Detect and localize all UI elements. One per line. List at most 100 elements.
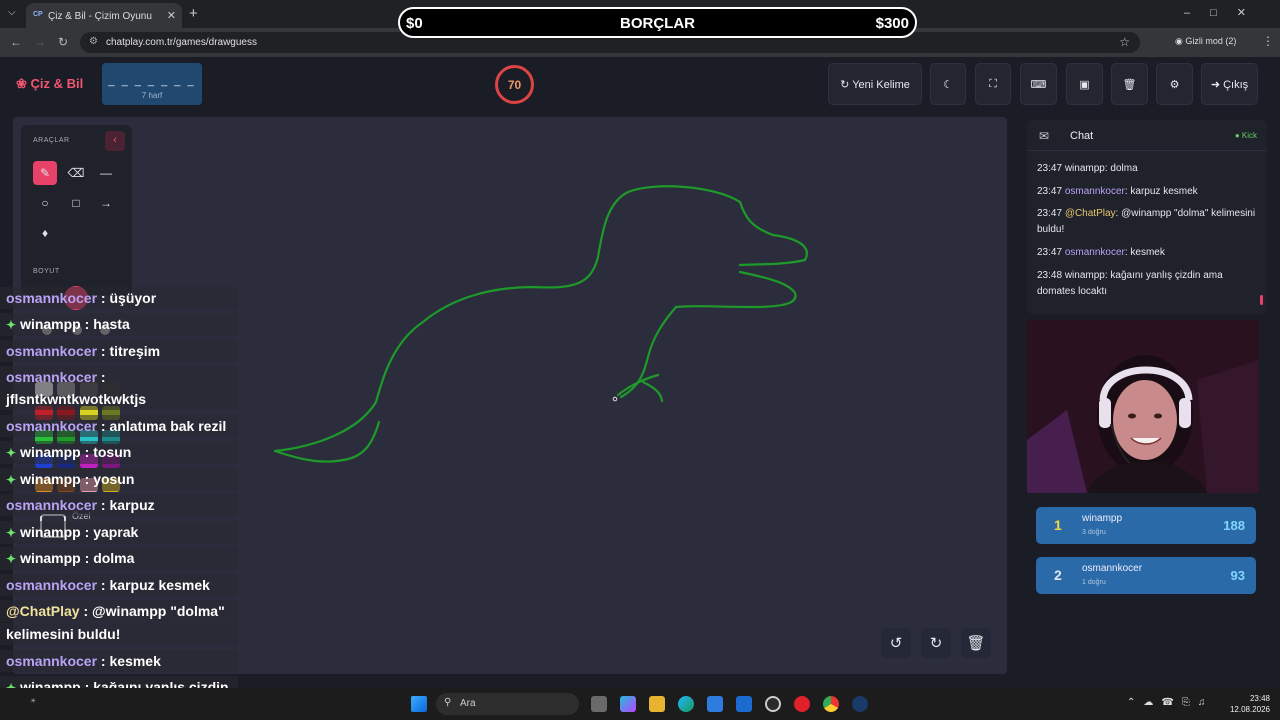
- undo-button[interactable]: ↺: [881, 628, 911, 658]
- chat-text: dolma: [1110, 163, 1138, 174]
- clear-button[interactable]: 🗑: [1111, 63, 1148, 105]
- new-tab-button[interactable]: +: [189, 5, 198, 22]
- leader-correct-count: 3 doğru: [1082, 529, 1106, 536]
- overlay-chat-line: osmannkocer : karpuz kesmek: [0, 574, 238, 596]
- settings-button[interactable]: ⚙: [1156, 63, 1193, 105]
- start-button[interactable]: [411, 696, 427, 712]
- browser-tab[interactable]: CP Çiz & Bil - Çizim Oyunu ✕: [26, 3, 182, 28]
- tab-search-icon[interactable]: ⌵: [8, 7, 16, 18]
- overlay-chat-user: winampp: [20, 316, 81, 332]
- overlay-chat-line: kelimesini buldu!: [0, 623, 238, 645]
- reload-icon[interactable]: ↻: [58, 35, 68, 49]
- edge-icon[interactable]: [678, 696, 694, 712]
- leader-rank: 1: [1054, 517, 1062, 533]
- line-tool[interactable]: —: [94, 161, 118, 185]
- rectangle-tool[interactable]: □: [64, 191, 88, 215]
- leader-score: 188: [1223, 518, 1245, 533]
- incognito-icon: ◉: [1175, 36, 1186, 46]
- overlay-chat-message: @winampp "dolma": [92, 603, 225, 619]
- overlay-chat-message: jflsntkwntkwotkwktjs: [6, 391, 147, 407]
- bookmark-star-icon[interactable]: ☆: [1119, 35, 1130, 49]
- clock-date: 12.08.2026: [1229, 705, 1270, 714]
- overlay-chat-user: winampp: [20, 471, 81, 487]
- new-word-button[interactable]: ↻ Yeni Kelime: [828, 63, 922, 105]
- overlay-chat-line: ✦ winampp : yosun: [0, 468, 238, 491]
- overlay-chat-line: osmannkocer :: [0, 366, 238, 388]
- copilot-icon[interactable]: [620, 696, 636, 712]
- keyboard-button[interactable]: ⌨: [1020, 63, 1057, 105]
- steam-icon[interactable]: [852, 696, 868, 712]
- word-hint-box: _ _ _ _ _ _ _ 7 harf: [102, 63, 202, 105]
- opera-icon[interactable]: [794, 696, 810, 712]
- chat-message: 23:47 winampp: dolma: [1037, 163, 1138, 174]
- fill-tool[interactable]: ♦: [33, 221, 57, 245]
- chat-text: karpuz kesmek: [1130, 186, 1198, 197]
- app-icon[interactable]: [765, 696, 781, 712]
- search-icon: ⚲: [444, 697, 452, 708]
- streamer-webcam-image: [1027, 320, 1259, 493]
- pen-icon: ✎: [39, 166, 51, 180]
- exit-button[interactable]: ➜ Çıkış: [1201, 63, 1258, 105]
- overlay-chat-user: winampp: [20, 550, 81, 566]
- gear-icon: ⚙: [1169, 79, 1180, 91]
- online-dot-icon: ●: [1234, 131, 1242, 140]
- leader-score: 93: [1230, 568, 1245, 583]
- overlay-chat-user: winampp: [20, 444, 81, 460]
- taskbar-search[interactable]: ⚲ Ara: [436, 693, 579, 715]
- close-tab-icon[interactable]: ✕: [167, 9, 176, 22]
- store-icon[interactable]: [707, 696, 723, 712]
- fullscreen-button[interactable]: ⛶: [975, 63, 1011, 105]
- banner-right-amount: $300: [875, 15, 909, 32]
- system-tray[interactable]: ⌃☁☎⎘♫: [1127, 697, 1213, 708]
- clock-time: 23:48: [1249, 694, 1270, 703]
- banner-left-amount: $0: [406, 15, 423, 32]
- chat-scrollbar[interactable]: [1260, 295, 1263, 305]
- leader-name: winampp: [1082, 513, 1123, 524]
- chat-message: 23:47 osmannkocer: karpuz kesmek: [1037, 186, 1198, 197]
- overlay-chat-line: @ChatPlay : @winampp "dolma": [0, 600, 238, 622]
- window-controls[interactable]: –□✕: [1184, 6, 1266, 19]
- app-logo[interactable]: ❀ Çiz & Bil: [16, 76, 83, 92]
- overlay-chat-line: ✦ winampp : dolma: [0, 547, 238, 570]
- task-view-icon[interactable]: [591, 696, 607, 712]
- clear-canvas-button[interactable]: 🗑: [961, 628, 991, 658]
- overlay-chat-user: @ChatPlay: [6, 603, 80, 619]
- tools-panel: ARAÇLAR ‹ ✎ ⌫ — ○ □ → ♦ BOYUT: [21, 125, 132, 295]
- back-icon[interactable]: ←: [10, 35, 22, 49]
- chat-time: 23:47: [1037, 208, 1063, 219]
- outlook-icon[interactable]: [736, 696, 752, 712]
- chat-text: kesmek: [1130, 247, 1165, 258]
- leader-rank: 2: [1054, 567, 1062, 583]
- arrow-tool[interactable]: →: [94, 191, 118, 215]
- overlay-chat-message: yosun: [93, 471, 135, 487]
- chat-divider: [1027, 150, 1267, 151]
- circle-icon: ○: [41, 196, 49, 210]
- taskbar-clock[interactable]: 23:48 12.08.2026: [1222, 693, 1270, 715]
- overlay-chat-message: anlatıma bak rezil: [109, 418, 227, 434]
- overlay-chat-message: üşüyor: [109, 290, 157, 306]
- pen-tool[interactable]: ✎: [33, 161, 57, 185]
- forward-icon[interactable]: →: [34, 35, 46, 49]
- chrome-icon[interactable]: [823, 696, 839, 712]
- weather-widget[interactable]: ☀: [30, 697, 36, 705]
- archive-button[interactable]: ▣: [1066, 63, 1103, 105]
- redo-button[interactable]: ↻: [921, 628, 951, 658]
- collapse-tools-button[interactable]: ‹: [105, 131, 125, 151]
- browser-menu-icon[interactable]: ⋮: [1262, 34, 1274, 48]
- stroke-tail: [273, 420, 381, 463]
- eraser-tool[interactable]: ⌫: [64, 161, 88, 185]
- round-timer: 70: [495, 65, 534, 104]
- overlay-chat-user: osmannkocer: [6, 497, 98, 513]
- overlay-chat-line: osmannkocer : üşüyor: [0, 287, 238, 309]
- overlay-chat-message: dolma: [93, 550, 135, 566]
- site-info-icon[interactable]: ⚙: [89, 36, 98, 47]
- leader-correct-count: 1 doğru: [1082, 579, 1106, 586]
- dark-mode-button[interactable]: ☾: [930, 63, 966, 105]
- chat-time: 23:48: [1037, 270, 1063, 281]
- circle-tool[interactable]: ○: [33, 191, 57, 215]
- file-explorer-icon[interactable]: [649, 696, 665, 712]
- overlay-chat-line: osmannkocer : anlatıma bak rezil: [0, 415, 238, 437]
- webcam-feed: [1027, 320, 1259, 493]
- chevron-left-icon: ‹: [113, 134, 117, 146]
- incognito-indicator[interactable]: ◉ Gizli mod (2): [1175, 36, 1236, 47]
